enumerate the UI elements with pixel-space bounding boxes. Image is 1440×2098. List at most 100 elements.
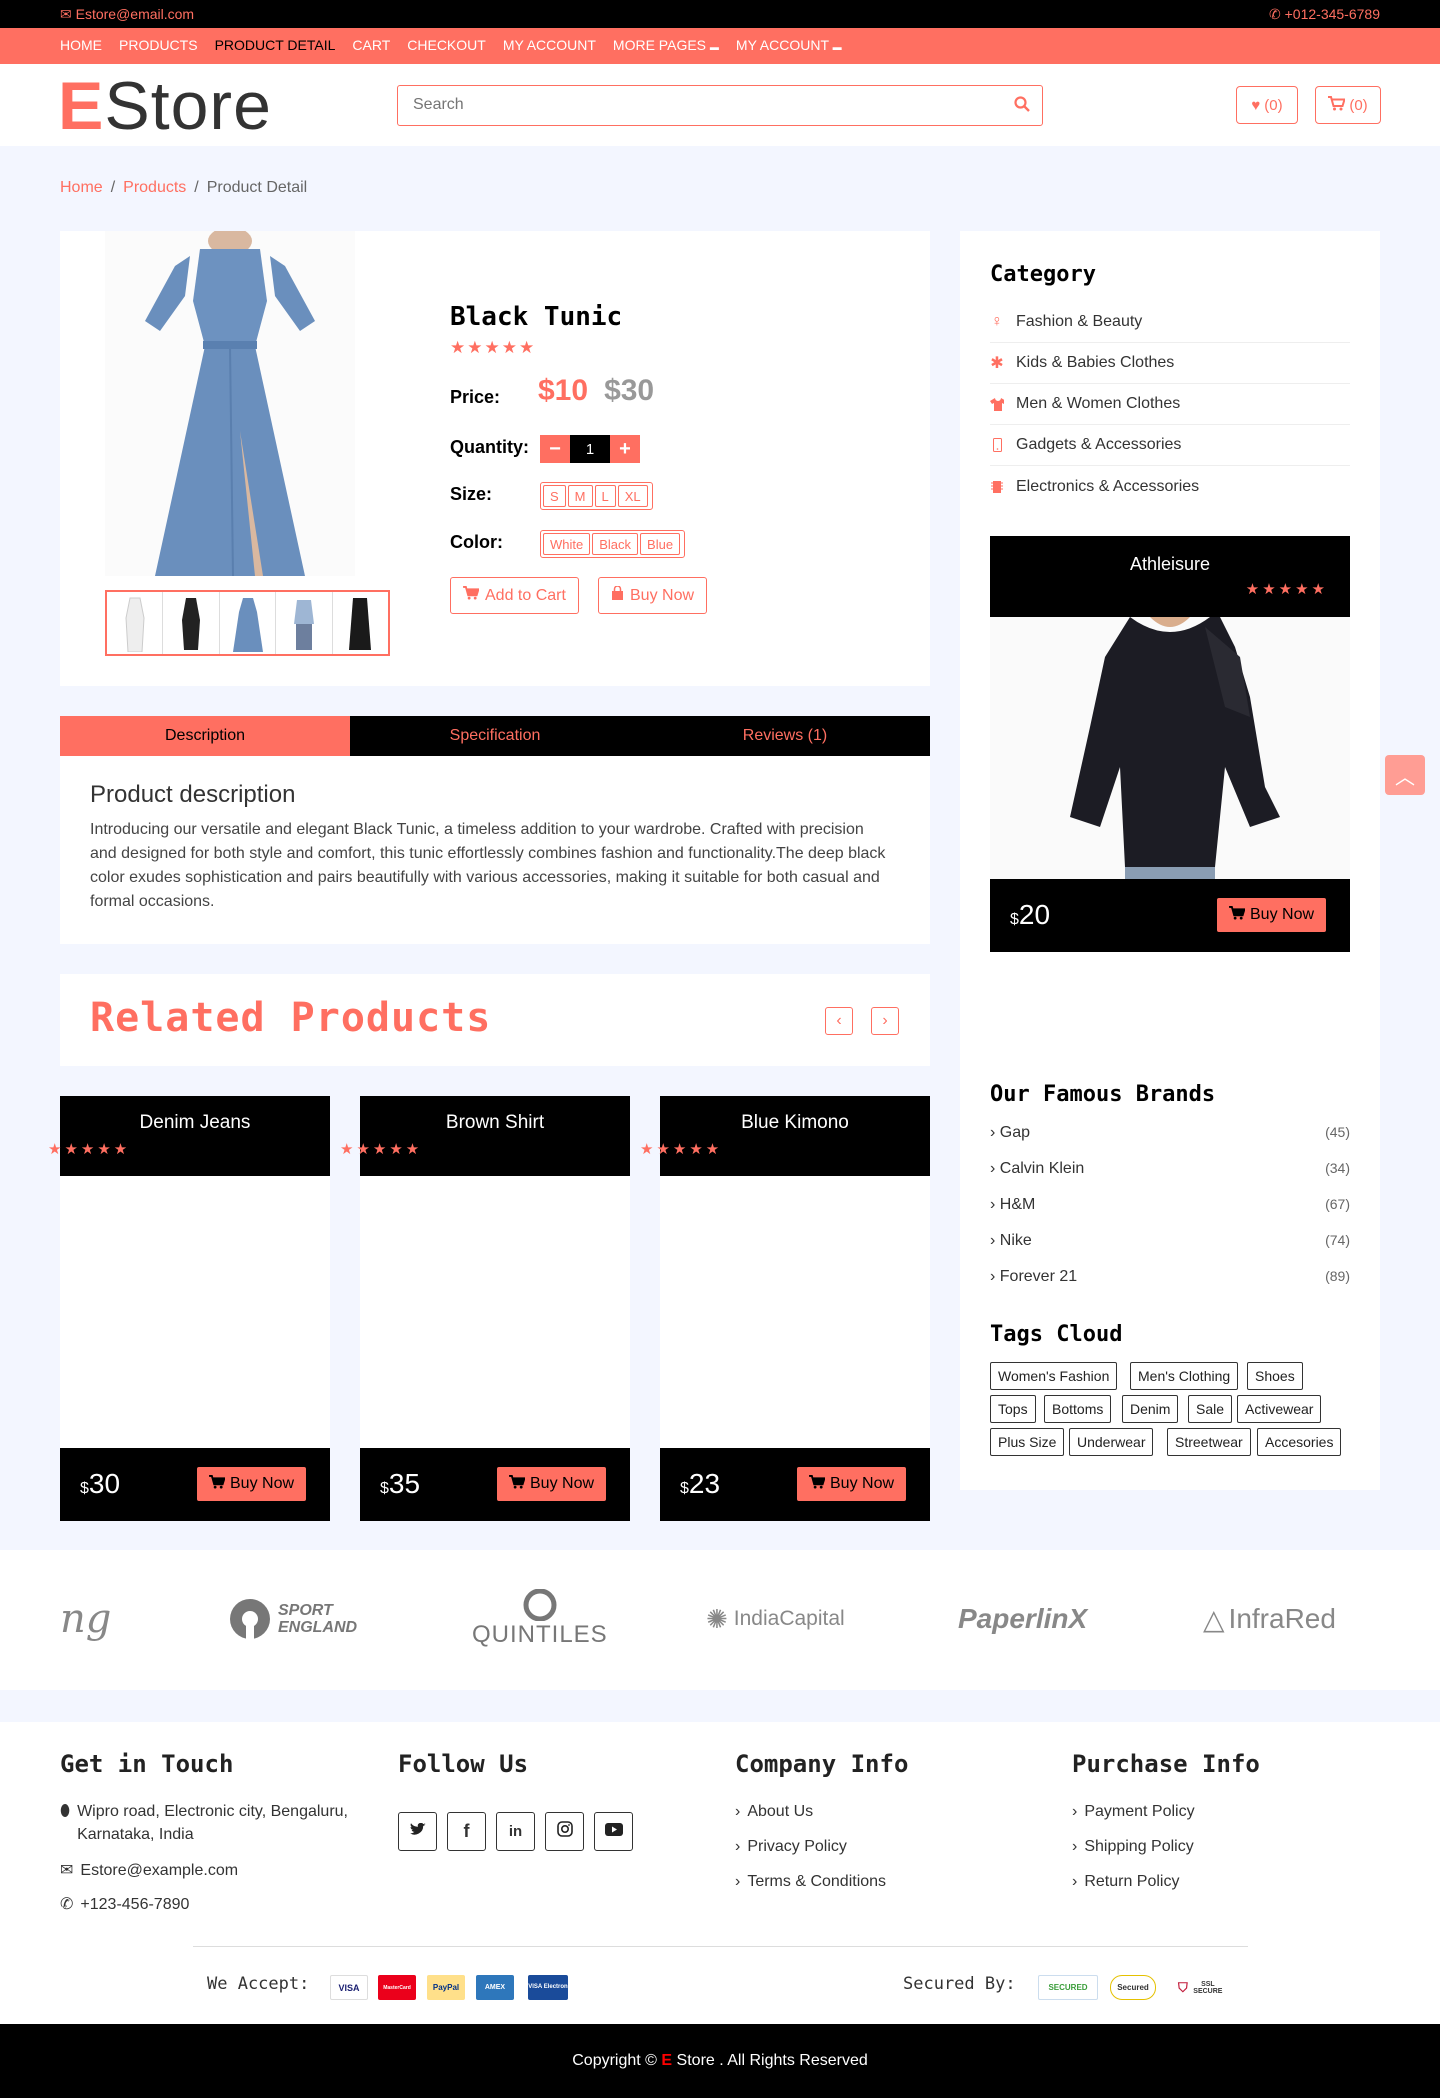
- tag[interactable]: Underwear: [1069, 1428, 1154, 1456]
- add-to-cart-button[interactable]: Add to Cart: [450, 577, 579, 614]
- category-item[interactable]: ♀ Fashion & Beauty: [990, 302, 1350, 343]
- related-buy-now-button[interactable]: Buy Now: [497, 1467, 607, 1501]
- related-product-rating: ★★★★★: [48, 1141, 131, 1158]
- thumbnail-3[interactable]: [220, 592, 277, 654]
- tag[interactable]: Bottoms: [1044, 1395, 1112, 1423]
- footer-email[interactable]: ✉ Estore@example.com: [60, 1859, 238, 1882]
- related-product-card[interactable]: Blue Kimono ★★★★★ $23 Buy Now: [640, 1096, 930, 1521]
- related-product-name: Denim Jeans: [139, 1112, 251, 1133]
- brand-logo-ng[interactable]: ng: [60, 1588, 111, 1650]
- copyright-brand-initial: E: [661, 2052, 673, 2069]
- nav-checkout[interactable]: CHECKOUT: [407, 37, 486, 53]
- sun-icon: ✺: [706, 1603, 728, 1634]
- breadcrumb-products[interactable]: Products: [123, 179, 186, 196]
- brand-item[interactable]: › Nike (74): [990, 1232, 1350, 1250]
- category-item[interactable]: Gadgets & Accessories: [990, 425, 1350, 466]
- category-item[interactable]: ✱ Kids & Babies Clothes: [990, 343, 1350, 384]
- brand-logo-indiacapital[interactable]: ✺ IndiaCapital: [706, 1588, 845, 1650]
- brand-item[interactable]: › H&M (67): [990, 1196, 1350, 1214]
- category-item[interactable]: Men & Women Clothes: [990, 384, 1350, 425]
- related-product-card[interactable]: Denim Jeans ★★★★★ $30 Buy Now: [48, 1096, 330, 1521]
- color-black[interactable]: Black: [592, 533, 639, 555]
- product-main-image[interactable]: [105, 227, 355, 577]
- tag[interactable]: Tops: [990, 1395, 1036, 1423]
- product-price: $10 $30: [538, 374, 654, 408]
- logo[interactable]: EStore: [58, 66, 272, 146]
- nav-product-detail[interactable]: PRODUCT DETAIL: [215, 37, 336, 53]
- related-product-card[interactable]: Brown Shirt ★★★★★ $35 Buy Now: [340, 1096, 630, 1521]
- breadcrumb-home[interactable]: Home: [60, 179, 103, 196]
- footer-link-payment[interactable]: › Payment Policy: [1072, 1800, 1195, 1823]
- linkedin-button[interactable]: in: [496, 1812, 535, 1851]
- tag[interactable]: Streetwear: [1167, 1428, 1251, 1456]
- brand-item[interactable]: › Calvin Klein (34): [990, 1160, 1350, 1178]
- brand-logo-infrared[interactable]: △ InfraRed: [1203, 1588, 1336, 1650]
- size-l[interactable]: L: [594, 485, 616, 507]
- nav-my-account-dropdown[interactable]: MY ACCOUNT ▬: [736, 37, 842, 53]
- footer-link-about[interactable]: › About Us: [735, 1800, 813, 1823]
- thumbnail-5[interactable]: [333, 592, 388, 654]
- footer-link-terms[interactable]: › Terms & Conditions: [735, 1870, 886, 1893]
- category-label: Gadgets & Accessories: [1016, 436, 1182, 453]
- footer-link-privacy[interactable]: › Privacy Policy: [735, 1835, 847, 1858]
- tab-specification[interactable]: Specification: [350, 716, 640, 756]
- cart-button[interactable]: (0): [1315, 86, 1381, 124]
- footer-phone[interactable]: ✆ +123-456-7890: [60, 1893, 189, 1916]
- tag[interactable]: Plus Size: [990, 1428, 1065, 1456]
- nav-cart[interactable]: CART: [352, 37, 390, 53]
- related-buy-now-button[interactable]: Buy Now: [797, 1467, 907, 1501]
- size-s[interactable]: S: [543, 485, 566, 507]
- nav-products[interactable]: PRODUCTS: [119, 37, 198, 53]
- footer-link-shipping[interactable]: › Shipping Policy: [1072, 1835, 1194, 1858]
- color-white[interactable]: White: [543, 533, 591, 555]
- brand-logo-sport-england[interactable]: SPORT ENGLAND: [228, 1588, 357, 1650]
- add-to-cart-label: Add to Cart: [485, 586, 566, 604]
- thumbnail-4[interactable]: [276, 592, 333, 654]
- color-blue[interactable]: Blue: [640, 533, 681, 555]
- tag[interactable]: Men's Clothing: [1130, 1362, 1239, 1390]
- card-label: VISA: [338, 1982, 360, 1993]
- facebook-button[interactable]: f: [447, 1812, 486, 1851]
- quantity-input[interactable]: 1: [570, 435, 610, 463]
- brand-item[interactable]: › Forever 21 (89): [990, 1268, 1350, 1286]
- top-phone[interactable]: ✆ +012-345-6789: [1269, 6, 1380, 23]
- tag[interactable]: Women's Fashion: [990, 1362, 1118, 1390]
- plus-button[interactable]: +: [610, 435, 640, 463]
- footer-link-return[interactable]: › Return Policy: [1072, 1870, 1179, 1893]
- tab-reviews[interactable]: Reviews (1): [640, 716, 930, 756]
- nav-more-pages[interactable]: MORE PAGES ▬: [613, 37, 719, 53]
- thumbnail-1[interactable]: [107, 592, 164, 654]
- tag[interactable]: Shoes: [1247, 1362, 1303, 1390]
- thumbnail-2[interactable]: [163, 592, 220, 654]
- brand-name: H&M: [999, 1196, 1036, 1213]
- tag[interactable]: Accesories: [1257, 1428, 1342, 1456]
- tag[interactable]: Denim: [1122, 1395, 1179, 1423]
- size-m[interactable]: M: [567, 485, 593, 507]
- carousel-prev-button[interactable]: ‹: [825, 1007, 853, 1035]
- search-icon[interactable]: [1014, 96, 1030, 117]
- visa-card-icon: VISA: [330, 1975, 368, 2000]
- category-item[interactable]: Electronics & Accessories: [990, 466, 1350, 507]
- twitter-button[interactable]: [398, 1812, 437, 1851]
- tab-description[interactable]: Description: [60, 716, 350, 756]
- brand-item[interactable]: › Gap (45): [990, 1124, 1350, 1142]
- tag[interactable]: Activewear: [1237, 1395, 1322, 1423]
- tag[interactable]: Sale: [1188, 1395, 1233, 1423]
- instagram-button[interactable]: [545, 1812, 584, 1851]
- featured-product-card[interactable]: Athleisure ★★★★★ $20 Buy Now: [990, 536, 1350, 952]
- carousel-next-button[interactable]: ›: [871, 1007, 899, 1035]
- size-xl[interactable]: XL: [617, 485, 648, 507]
- nav-home[interactable]: HOME: [60, 37, 102, 53]
- brand-logo-paperlinx[interactable]: PaperlinX: [958, 1588, 1087, 1650]
- minus-button[interactable]: −: [540, 435, 570, 463]
- nav-my-account[interactable]: MY ACCOUNT: [503, 37, 596, 53]
- wishlist-button[interactable]: ♥ (0): [1236, 86, 1298, 124]
- featured-buy-now-button[interactable]: Buy Now: [1217, 898, 1327, 932]
- related-buy-now-button[interactable]: Buy Now: [197, 1467, 307, 1501]
- youtube-button[interactable]: [594, 1812, 633, 1851]
- brand-logo-quintiles[interactable]: QUINTILES: [472, 1588, 608, 1650]
- top-email[interactable]: ✉ Estore@email.com: [60, 6, 194, 23]
- back-to-top-button[interactable]: ︿: [1385, 755, 1425, 795]
- buy-now-button[interactable]: Buy Now: [598, 577, 708, 614]
- search-input[interactable]: [413, 96, 1003, 114]
